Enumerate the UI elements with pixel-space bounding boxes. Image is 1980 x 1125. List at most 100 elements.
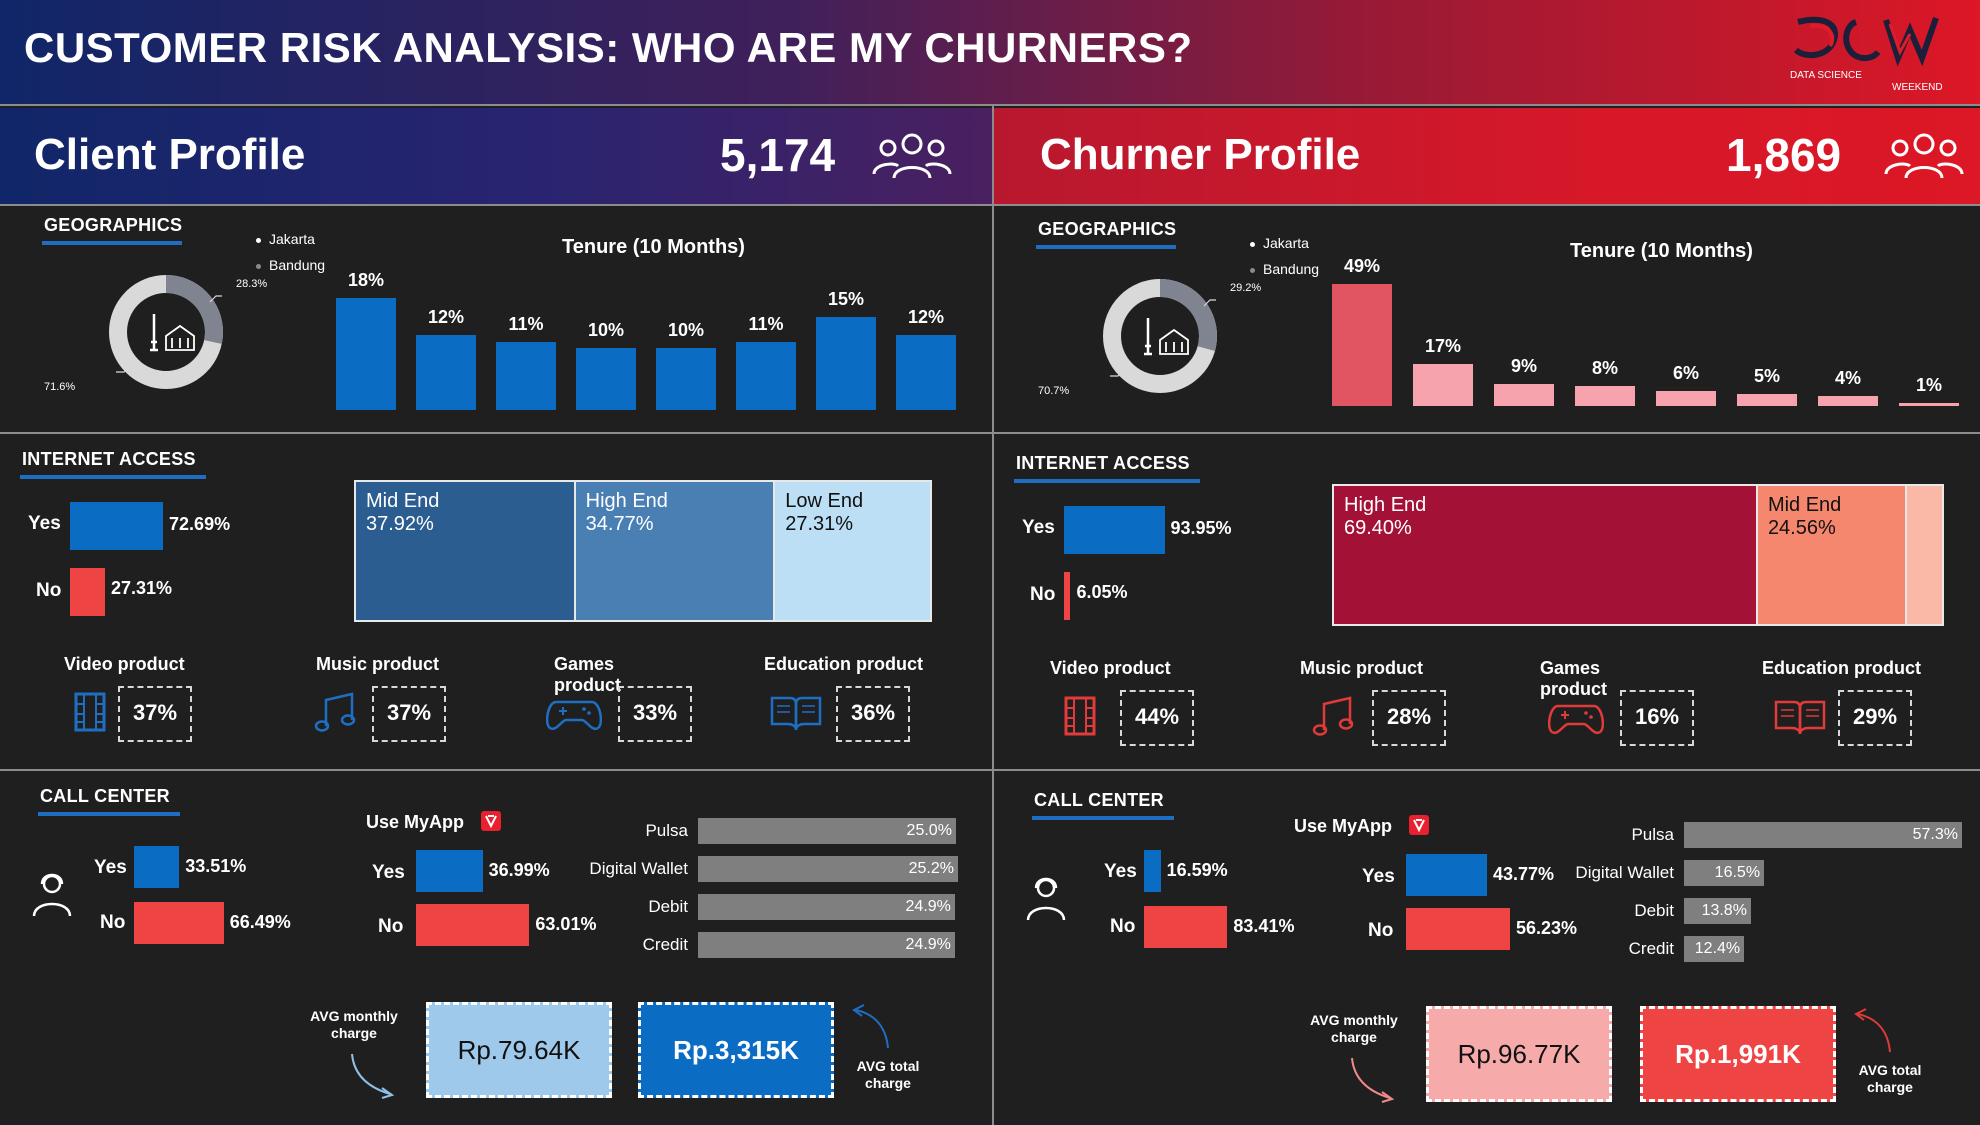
tenure-bar-label: 4% [1834, 368, 1861, 389]
myapp-icon [481, 811, 501, 831]
section-underline [1032, 816, 1174, 820]
tenure-title: Tenure (10 Months) [1570, 240, 1753, 262]
jakarta-pct-label: 71.6% [44, 381, 76, 393]
call-center-no-pct: 66.49% [229, 912, 291, 932]
arrow-icon [852, 1004, 889, 1049]
call-center-yes-pct: 33.51% [185, 856, 247, 876]
tenure-bar [336, 298, 396, 410]
monument-icon [150, 314, 158, 352]
logo-mark-icon [1793, 16, 1939, 67]
tenure-bar [496, 341, 556, 410]
treemap-cell [1905, 486, 1942, 624]
headset-icon [32, 873, 72, 917]
tenure-bar-label: 18% [347, 270, 385, 290]
payment-method-bar: 13.8% [1684, 898, 1751, 924]
tenure-bar [1656, 391, 1716, 406]
product-title: Music product [316, 654, 440, 674]
section-underline [38, 812, 180, 816]
tenure-bar [896, 335, 956, 410]
monument-icon [1144, 318, 1152, 356]
tier-pct: 69.40% [1344, 517, 1412, 539]
tenure-bar-label: 5% [1753, 365, 1780, 386]
product-title: Music product [1300, 658, 1424, 678]
payment-method-label: Credit [1628, 939, 1674, 958]
treemap-cell: Mid End 24.56% [1755, 486, 1906, 624]
tenure-bar [816, 316, 876, 410]
tenure-bar [736, 341, 796, 410]
logo-text: DATA SCIENCE [1790, 70, 1862, 81]
tier-name: Mid End [1767, 494, 1842, 516]
call-center-yes-pct: 16.59% [1166, 860, 1228, 880]
tenure-bar-label: 1% [1915, 375, 1942, 395]
tenure-bar [1413, 363, 1473, 406]
tier-pct: 24.56% [1767, 517, 1836, 539]
payment-method-bar: 24.9% [698, 932, 955, 958]
product-pct-box: 36% [836, 686, 910, 742]
product-pct-box: 44% [1120, 690, 1194, 746]
product-pct-box: 37% [372, 686, 446, 742]
myapp-title: Use MyApp [1294, 816, 1393, 836]
product-title: Video product [1050, 658, 1171, 678]
payment-method-pct: 16.5% [1714, 864, 1761, 881]
legend-item: Bandung [1250, 256, 1319, 282]
tenure-bar-label: 10% [667, 319, 705, 340]
tenure-bar-label: 12% [907, 307, 945, 328]
divider [0, 432, 1980, 434]
churner-profile-title: Churner Profile [1040, 130, 1361, 179]
geographics-title: GEOGRAPHICS [1038, 219, 1177, 239]
payment-method-label: Pulsa [1631, 825, 1674, 844]
avg-total-charge-label: AVG total charge [856, 1058, 920, 1091]
tenure-title: Tenure (10 Months) [562, 236, 745, 258]
product-title: Education product [1762, 658, 1921, 678]
music-note-icon [314, 692, 356, 732]
book-icon [770, 696, 822, 731]
tier-name: High End [1344, 494, 1427, 516]
myapp-title: Use MyApp [366, 812, 465, 832]
payment-method-pct: 12.4% [1694, 940, 1741, 957]
payment-method-pct: 24.9% [905, 936, 951, 953]
tenure-bar-label: 15% [827, 288, 865, 309]
call-center-no-label: No [1110, 916, 1136, 937]
tenure-bar-label: 11% [508, 313, 544, 334]
treemap-cell: Low End 27.31% [773, 482, 930, 620]
book-icon [1774, 700, 1826, 735]
call-center-no-bar [1144, 906, 1228, 948]
avg-total-charge-value: Rp.3,315K [638, 1002, 834, 1098]
internet-yes-label: Yes [1022, 517, 1055, 538]
churner-count: 1,869 [1726, 129, 1842, 181]
product-title: Video product [64, 654, 185, 674]
geo-legend: Jakarta Bandung [1250, 230, 1319, 282]
payment-method-label: Debit [1634, 901, 1674, 920]
tier-pct: 34.77% [585, 513, 654, 535]
treemap-cell: High End 69.40% [1334, 486, 1756, 624]
legend-label: Jakarta [269, 231, 315, 247]
myapp-no-label: No [378, 916, 404, 937]
divider [992, 104, 994, 1125]
divider [0, 769, 1980, 771]
tenure-bar [416, 335, 476, 410]
internet-yes-bar [1064, 506, 1165, 554]
building-icon [165, 324, 195, 351]
legend-dot [256, 237, 261, 243]
myapp-yes-label: Yes [372, 862, 405, 883]
payment-method-pct: 25.0% [906, 822, 952, 839]
payment-method-label: Credit [642, 935, 688, 954]
internet-no-bar [70, 568, 105, 616]
call-center-no-pct: 83.41% [1233, 916, 1295, 936]
section-underline [42, 241, 182, 245]
tenure-bar [656, 347, 716, 410]
legend-item: Bandung [256, 252, 325, 278]
payment-method-pct: 25.2% [908, 860, 954, 877]
legend-dot [1250, 241, 1255, 247]
legend-label: Bandung [1263, 261, 1320, 277]
product-pct-box: 37% [118, 686, 192, 742]
tenure-bar-label: 49% [1343, 256, 1381, 276]
building-icon [1159, 328, 1189, 355]
arrow-icon [1351, 1057, 1395, 1103]
tier-pct: 27.31% [785, 513, 854, 535]
myapp-no-label: No [1368, 920, 1394, 941]
internet-yes-label: Yes [28, 513, 61, 534]
dsw-logo: DATA SCIENCE WEEKEND [1790, 12, 1950, 93]
myapp-no-pct: 56.23% [1516, 918, 1578, 938]
myapp-no-bar [1406, 908, 1511, 950]
